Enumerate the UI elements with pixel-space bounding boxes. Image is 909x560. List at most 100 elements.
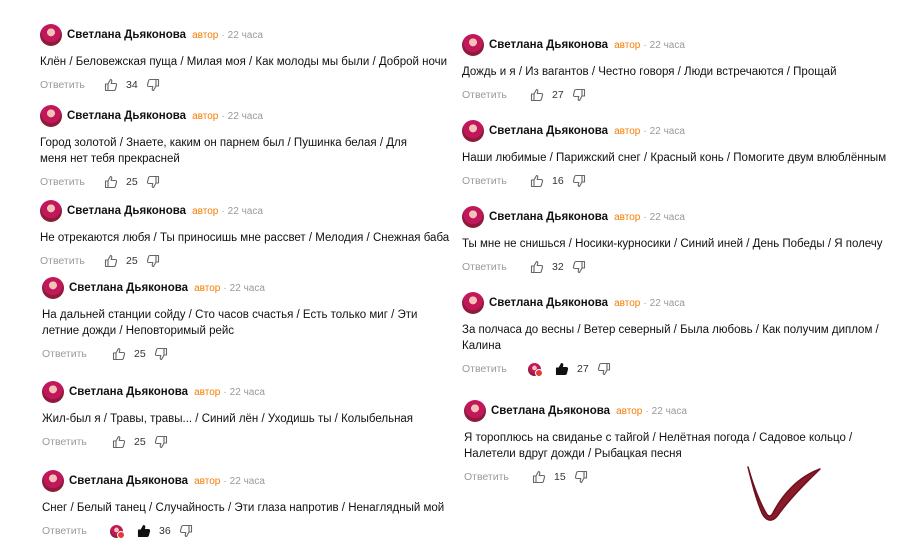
- comment-header: Светлана Дьяконова автор · 22 часа: [462, 292, 902, 314]
- like-count: 27: [577, 363, 589, 375]
- timestamp: 22 часа: [229, 282, 265, 294]
- author-name[interactable]: Светлана Дьяконова: [489, 211, 608, 223]
- reply-button[interactable]: Ответить: [462, 175, 530, 187]
- reply-button[interactable]: Ответить: [462, 363, 528, 375]
- avatar[interactable]: [40, 24, 62, 46]
- avatar[interactable]: [462, 206, 484, 228]
- like-icon[interactable]: [112, 347, 126, 361]
- dislike-icon[interactable]: [154, 435, 168, 449]
- reply-button[interactable]: Ответить: [464, 471, 532, 483]
- comment-actions: Ответить 36: [42, 524, 452, 539]
- timestamp: 22 часа: [649, 125, 685, 137]
- author-name[interactable]: Светлана Дьяконова: [69, 386, 188, 398]
- reply-button[interactable]: Ответить: [42, 525, 110, 537]
- like-count: 15: [554, 471, 566, 483]
- like-icon[interactable]: [530, 174, 544, 188]
- comment-text: Жил-был я / Травы, травы... / Синий лён …: [42, 413, 414, 425]
- like-icon[interactable]: [530, 88, 544, 102]
- comment-text: Клён / Беловежская пуща / Милая моя / Ка…: [40, 56, 448, 68]
- author-name[interactable]: Светлана Дьяконова: [489, 125, 608, 137]
- author-liked-avatar: [528, 362, 543, 377]
- avatar[interactable]: [464, 400, 486, 422]
- timestamp: 22 часа: [227, 110, 263, 122]
- avatar[interactable]: [42, 277, 64, 299]
- author-badge: автор: [192, 29, 219, 41]
- reply-button[interactable]: Ответить: [40, 255, 104, 267]
- like-icon[interactable]: [104, 175, 118, 189]
- author-name[interactable]: Светлана Дьяконова: [67, 110, 186, 122]
- author-name[interactable]: Светлана Дьяконова: [491, 405, 610, 417]
- dislike-icon[interactable]: [146, 175, 160, 189]
- comment-text: Город золотой / Знаете, каким он парнем …: [40, 137, 407, 165]
- author-name[interactable]: Светлана Дьяконова: [69, 282, 188, 294]
- reply-button[interactable]: Ответить: [42, 348, 112, 360]
- like-icon[interactable]: [112, 435, 126, 449]
- avatar[interactable]: [42, 470, 64, 492]
- timestamp: 22 часа: [227, 29, 263, 41]
- timestamp: 22 часа: [649, 39, 685, 51]
- comment-actions: Ответить 16: [462, 174, 902, 188]
- avatar[interactable]: [462, 34, 484, 56]
- author-badge: автор: [616, 405, 643, 417]
- author-badge: автор: [194, 475, 221, 487]
- dislike-icon[interactable]: [597, 362, 611, 376]
- comment-actions: Ответить 27: [462, 362, 902, 377]
- like-icon-filled[interactable]: [555, 362, 569, 376]
- comment-11: Светлана Дьяконова автор · 22 часа Я тор…: [464, 400, 904, 484]
- dislike-icon[interactable]: [146, 78, 160, 92]
- dislike-icon[interactable]: [179, 524, 193, 538]
- avatar[interactable]: [462, 292, 484, 314]
- avatar[interactable]: [40, 200, 62, 222]
- comment-5: Светлана Дьяконова автор · 22 часа Жил-б…: [42, 381, 442, 449]
- comment-text: На дальней станции сойду / Сто часов сча…: [42, 309, 418, 337]
- dislike-icon[interactable]: [572, 174, 586, 188]
- author-name[interactable]: Светлана Дьяконова: [489, 297, 608, 309]
- like-icon[interactable]: [104, 78, 118, 92]
- comment-8: Светлана Дьяконова автор · 22 часа Наши …: [462, 120, 902, 188]
- author-name[interactable]: Светлана Дьяконова: [489, 39, 608, 51]
- author-name[interactable]: Светлана Дьяконова: [67, 205, 186, 217]
- separator-dot: ·: [223, 282, 227, 294]
- reply-button[interactable]: Ответить: [462, 89, 530, 101]
- comment-text: Ты мне не снишься / Носики-курносики / С…: [462, 238, 883, 250]
- comment-actions: Ответить 25: [42, 435, 442, 449]
- separator-dot: ·: [221, 205, 225, 217]
- timestamp: 22 часа: [651, 405, 687, 417]
- reply-button[interactable]: Ответить: [42, 436, 112, 448]
- like-icon[interactable]: [532, 470, 546, 484]
- reply-button[interactable]: Ответить: [40, 79, 104, 91]
- avatar[interactable]: [462, 120, 484, 142]
- reply-button[interactable]: Ответить: [462, 261, 530, 273]
- dislike-icon[interactable]: [572, 88, 586, 102]
- author-badge: автор: [194, 386, 221, 398]
- comment-2: Светлана Дьяконова автор · 22 часа Город…: [40, 105, 440, 189]
- author-badge: автор: [614, 125, 641, 137]
- reply-button[interactable]: Ответить: [40, 176, 104, 188]
- author-name[interactable]: Светлана Дьяконова: [67, 29, 186, 41]
- author-name[interactable]: Светлана Дьяконова: [69, 475, 188, 487]
- dislike-icon[interactable]: [146, 254, 160, 268]
- timestamp: 22 часа: [229, 386, 265, 398]
- comment-text: За полчаса до весны / Ветер северный / Б…: [462, 324, 879, 352]
- comment-actions: Ответить 32: [462, 260, 902, 274]
- comment-header: Светлана Дьяконова автор · 22 часа: [42, 277, 434, 299]
- author-badge: автор: [614, 297, 641, 309]
- dislike-icon[interactable]: [154, 347, 168, 361]
- comment-6: Светлана Дьяконова автор · 22 часа Снег …: [42, 470, 452, 539]
- like-icon-filled[interactable]: [137, 524, 151, 538]
- avatar[interactable]: [40, 105, 62, 127]
- like-icon[interactable]: [104, 254, 118, 268]
- separator-dot: ·: [643, 39, 647, 51]
- like-count: 25: [126, 255, 138, 267]
- comment-header: Светлана Дьяконова автор · 22 часа: [462, 34, 902, 56]
- avatar[interactable]: [42, 381, 64, 403]
- dislike-icon[interactable]: [572, 260, 586, 274]
- comment-header: Светлана Дьяконова автор · 22 часа: [42, 381, 442, 403]
- author-badge: автор: [614, 211, 641, 223]
- comment-actions: Ответить 34: [40, 78, 440, 92]
- separator-dot: ·: [643, 211, 647, 223]
- author-badge: автор: [614, 39, 641, 51]
- comment-header: Светлана Дьяконова автор · 22 часа: [462, 206, 902, 228]
- dislike-icon[interactable]: [574, 470, 588, 484]
- like-icon[interactable]: [530, 260, 544, 274]
